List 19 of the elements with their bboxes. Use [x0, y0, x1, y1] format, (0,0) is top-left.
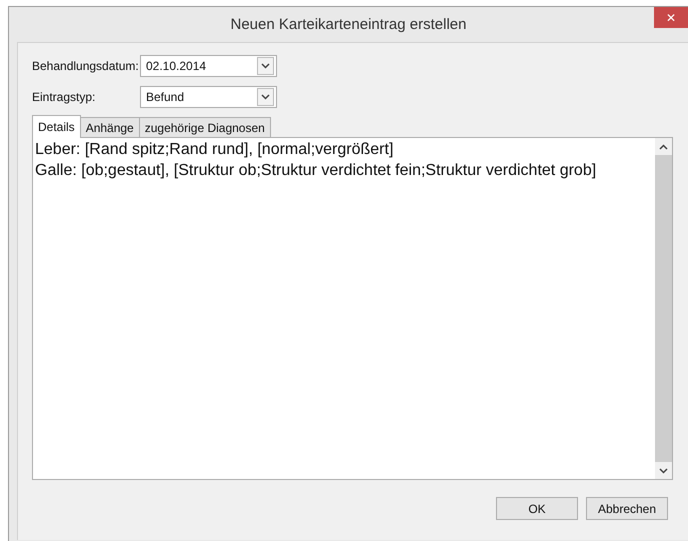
chevron-down-icon: [261, 94, 270, 100]
text-line: Leber: [Rand spitz;Rand rund], [normal;vergrößert]: [35, 140, 394, 160]
tab[interactable]: Details: [32, 115, 81, 138]
dropdown-field[interactable]: Befund: [140, 86, 277, 108]
dialog-button[interactable]: OK: [496, 497, 578, 520]
window-title: Neuen Karteikarteneintrag erstellen: [230, 16, 466, 33]
tab[interactable]: Anhänge: [80, 117, 140, 137]
scrollbar[interactable]: [655, 138, 672, 479]
chevron-down-icon: [261, 63, 270, 69]
details-text-area[interactable]: Leber: [Rand spitz;Rand rund], [normal;vergrößert] Galle: [ob;gestaut], [Struktur ob;Struktur verdichtet fein;Struktur verdichtet grob]: [32, 137, 673, 480]
tab[interactable]: zugehörige Diagnosen: [138, 117, 271, 137]
field-label: Behandlungsdatum:: [32, 59, 140, 73]
close-button[interactable]: ✕: [654, 7, 688, 28]
chevron-down-icon: [659, 468, 668, 474]
chevron-up-icon: [659, 144, 668, 150]
dropdown-field[interactable]: 02.10.2014: [140, 55, 277, 77]
text-line: Galle: [ob;gestaut], [Struktur ob;Struktur verdichtet fein;Struktur verdichtet grob]: [35, 161, 598, 181]
dialog-button[interactable]: Abbrechen: [586, 497, 668, 520]
field-label: Eintragstyp:: [32, 90, 96, 104]
